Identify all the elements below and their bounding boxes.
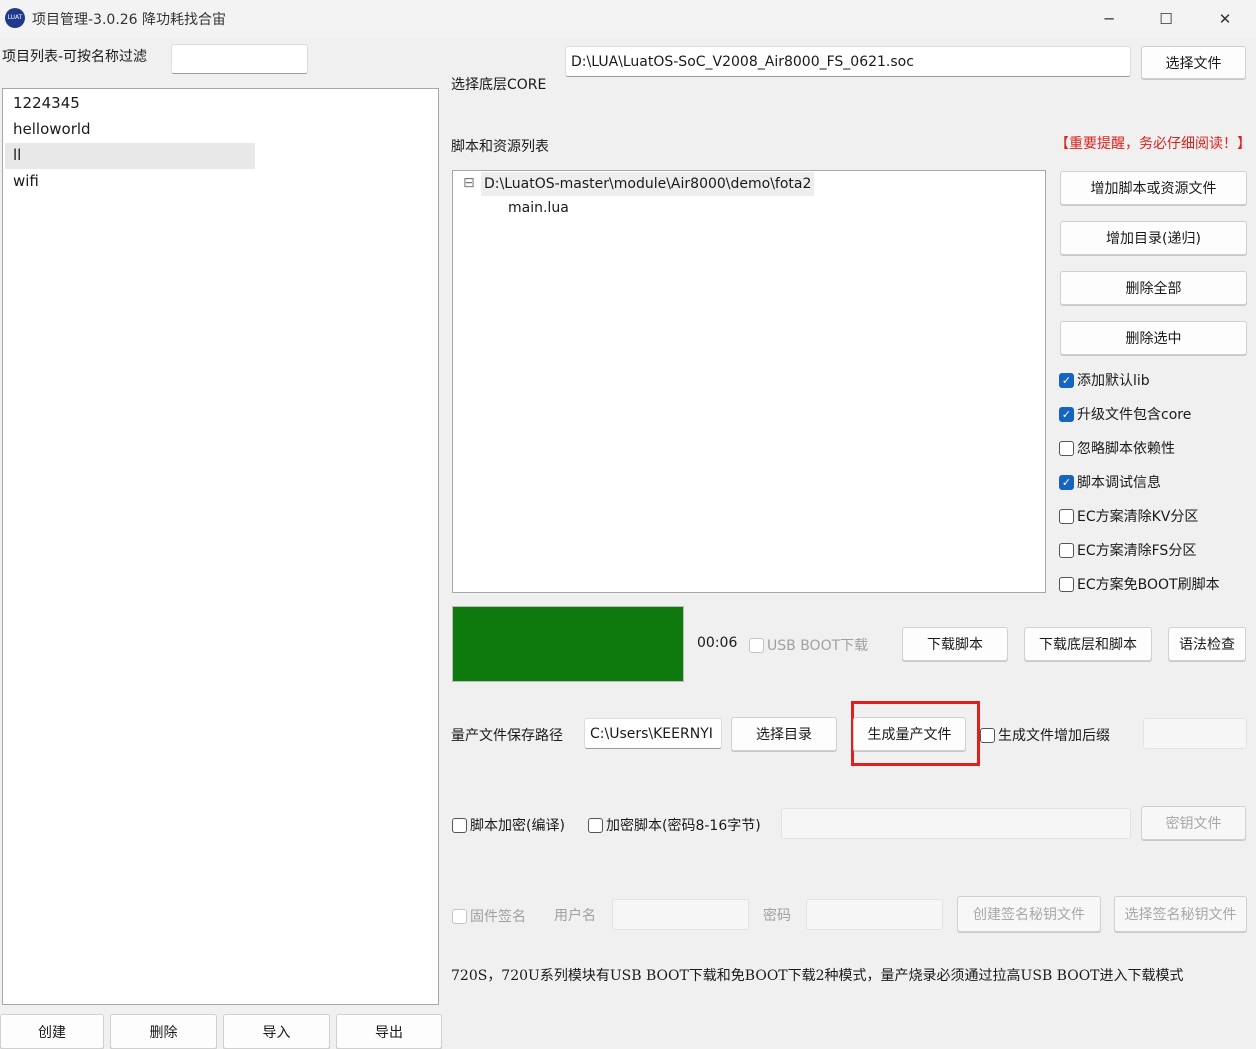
option-debug-info[interactable]: ✓ 脚本调试信息 xyxy=(1059,472,1161,492)
window-title: 项目管理-3.0.26 降功耗找合宙 xyxy=(32,12,227,28)
username-label: 用户名 xyxy=(554,908,596,924)
option-clear-kv[interactable]: EC方案清除KV分区 xyxy=(1059,506,1198,526)
checkbox-icon[interactable] xyxy=(1059,508,1074,524)
minimize-icon[interactable]: ─ xyxy=(1080,0,1138,38)
checkbox-checked-icon[interactable]: ✓ xyxy=(1059,372,1074,388)
project-item-helloworld[interactable]: helloworld xyxy=(13,120,91,138)
production-path-input[interactable]: C:\Users\KEERNYI xyxy=(584,718,722,749)
password-input xyxy=(806,899,943,930)
project-item-ll[interactable]: ll xyxy=(13,146,21,164)
core-label: 选择底层CORE xyxy=(451,77,547,93)
checkbox-icon xyxy=(749,637,764,653)
project-filter-input[interactable] xyxy=(171,44,308,74)
firmware-sign-option: 固件签名 xyxy=(452,906,526,926)
option-add-default-lib[interactable]: ✓ 添加默认lib xyxy=(1059,370,1150,390)
suffix-input xyxy=(1143,718,1247,749)
add-script-file-button[interactable]: 增加脚本或资源文件 xyxy=(1060,171,1247,205)
export-button[interactable]: 导出 xyxy=(336,1014,442,1049)
tree-file-item[interactable]: main.lua xyxy=(508,200,569,216)
script-compile-encrypt-option[interactable]: 脚本加密(编译) xyxy=(452,815,565,835)
usb-boot-note: 720S，720U系列模块有USB BOOT下载和免BOOT下载2种模式，量产烧… xyxy=(451,968,1184,984)
checkbox-icon[interactable] xyxy=(1059,542,1074,558)
scripts-label: 脚本和资源列表 xyxy=(451,139,549,155)
app-logo-icon: LUAT xyxy=(5,8,25,28)
script-tree[interactable]: ⊟ D:\LuatOS-master\module\Air8000\demo\f… xyxy=(452,170,1046,593)
create-sign-key-button: 创建签名秘钥文件 xyxy=(957,896,1101,932)
delete-project-button[interactable]: 删除 xyxy=(110,1014,217,1049)
password-label: 密码 xyxy=(763,908,791,924)
create-button[interactable]: 创建 xyxy=(0,1014,104,1049)
project-item-wifi[interactable]: wifi xyxy=(13,172,39,190)
syntax-check-button[interactable]: 语法检查 xyxy=(1168,627,1246,661)
project-filter-label: 项目列表-可按名称过滤 xyxy=(2,49,148,65)
checkbox-icon[interactable] xyxy=(1059,440,1074,456)
important-warning-link[interactable]: 【重要提醒，务必仔细阅读！】 xyxy=(1055,133,1251,153)
collapse-icon[interactable]: ⊟ xyxy=(463,175,475,191)
core-path-input[interactable]: D:\LUA\LuatOS-SoC_V2008_Air8000_FS_0621.… xyxy=(565,46,1131,77)
download-script-button[interactable]: 下载脚本 xyxy=(902,627,1008,661)
download-progress-bar xyxy=(452,606,684,682)
progress-fill xyxy=(453,607,683,681)
tree-root-folder[interactable]: D:\LuatOS-master\module\Air8000\demo\fot… xyxy=(481,172,815,196)
add-suffix-option[interactable]: 生成文件增加后缀 xyxy=(980,725,1110,745)
option-clear-fs[interactable]: EC方案清除FS分区 xyxy=(1059,540,1196,560)
option-ignore-dependency[interactable]: 忽略脚本依赖性 xyxy=(1059,438,1175,458)
selected-row-highlight xyxy=(5,143,255,169)
generate-production-file-button[interactable]: 生成量产文件 xyxy=(853,717,966,751)
select-sign-key-button: 选择签名秘钥文件 xyxy=(1114,896,1247,932)
usb-boot-download-option: USB BOOT下载 xyxy=(749,635,868,655)
checkbox-icon[interactable] xyxy=(452,817,467,833)
checkbox-checked-icon[interactable]: ✓ xyxy=(1059,474,1074,490)
download-core-and-script-button[interactable]: 下载底层和脚本 xyxy=(1024,627,1152,661)
download-timer: 00:06 xyxy=(697,635,738,651)
option-no-boot[interactable]: EC方案免BOOT刷脚本 xyxy=(1059,574,1220,594)
checkbox-icon[interactable] xyxy=(980,727,995,743)
checkbox-icon[interactable] xyxy=(1059,576,1074,592)
close-icon[interactable]: ✕ xyxy=(1196,0,1254,38)
checkbox-icon[interactable] xyxy=(588,817,603,833)
key-file-button: 密钥文件 xyxy=(1141,806,1246,840)
select-directory-button[interactable]: 选择目录 xyxy=(731,717,837,751)
project-list[interactable]: 1224345 helloworld ll wifi xyxy=(2,88,439,1005)
checkbox-icon xyxy=(452,908,467,924)
checkbox-checked-icon[interactable]: ✓ xyxy=(1059,406,1074,422)
import-button[interactable]: 导入 xyxy=(223,1014,330,1049)
select-core-file-button[interactable]: 选择文件 xyxy=(1141,46,1246,79)
encrypt-password-option[interactable]: 加密脚本(密码8-16字节) xyxy=(588,815,761,835)
delete-all-button[interactable]: 删除全部 xyxy=(1060,271,1247,305)
maximize-icon[interactable]: ☐ xyxy=(1137,0,1195,38)
add-directory-button[interactable]: 增加目录(递归) xyxy=(1060,221,1247,255)
project-item-1224345[interactable]: 1224345 xyxy=(13,94,80,112)
encrypt-password-input xyxy=(781,808,1131,839)
production-path-label: 量产文件保存路径 xyxy=(451,728,563,744)
username-input xyxy=(612,899,749,930)
delete-selected-button[interactable]: 删除选中 xyxy=(1060,321,1247,355)
option-include-core[interactable]: ✓ 升级文件包含core xyxy=(1059,404,1191,424)
